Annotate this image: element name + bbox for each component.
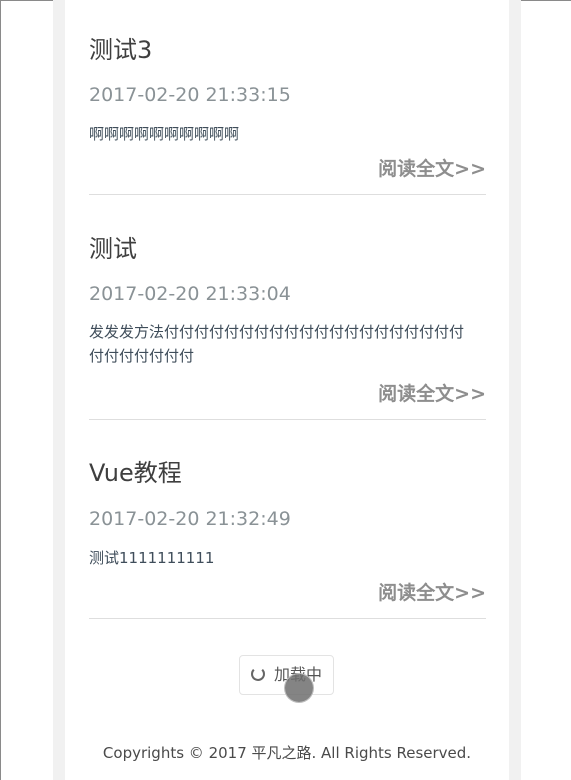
load-more-button[interactable]: 加载中 [239,655,334,702]
article-date-row: 2017-02-20 21:33:15 [89,84,486,106]
article-date: 2017-02-20 21:33:04 [89,283,291,305]
article-excerpt-row: 测试1111111111 [89,546,486,570]
article-card: Vue教程 [89,459,486,487]
article-card: 测试3 [89,36,486,64]
article-excerpt: 发发发方法付付付付付付付付付付付付付付付付付付付付付付付付付付付 [89,323,465,365]
page-gutter-right [509,0,521,780]
article-footer-row: 阅读全文>> [89,582,486,606]
article-excerpt: 啊啊啊啊啊啊啊啊啊啊 [89,125,240,143]
article-title[interactable]: 测试3 [89,36,486,64]
spinner-icon [251,667,265,681]
article-footer-row: 阅读全文>> [89,158,486,182]
article-divider [89,419,486,420]
read-more-link[interactable]: 阅读全文>> [378,582,486,604]
article-title[interactable]: Vue教程 [89,459,486,487]
article-excerpt-row: 发发发方法付付付付付付付付付付付付付付付付付付付付付付付付付付付 [89,320,474,368]
window-frame-left [0,0,1,780]
article-divider [89,194,486,195]
article-divider [89,618,486,619]
article-excerpt-row: 啊啊啊啊啊啊啊啊啊啊 [89,122,486,146]
article-date: 2017-02-20 21:32:49 [89,508,291,530]
article-card: 测试 [89,235,486,263]
article-footer-row: 阅读全文>> [89,383,486,407]
article-list-container: 测试3 2017-02-20 21:33:15 啊啊啊啊啊啊啊啊啊啊 阅读全文>… [65,0,509,780]
footer-copyright: Copyrights © 2017 平凡之路. All Rights Reser… [102,744,472,762]
article-date: 2017-02-20 21:33:15 [89,84,291,106]
read-more-link[interactable]: 阅读全文>> [378,158,486,180]
article-excerpt: 测试1111111111 [89,549,215,567]
article-date-row: 2017-02-20 21:32:49 [89,508,486,530]
article-date-row: 2017-02-20 21:33:04 [89,283,486,305]
page-gutter-left [53,0,65,780]
article-title[interactable]: 测试 [89,235,486,263]
read-more-link[interactable]: 阅读全文>> [378,383,486,405]
touch-cursor-indicator [285,674,313,702]
